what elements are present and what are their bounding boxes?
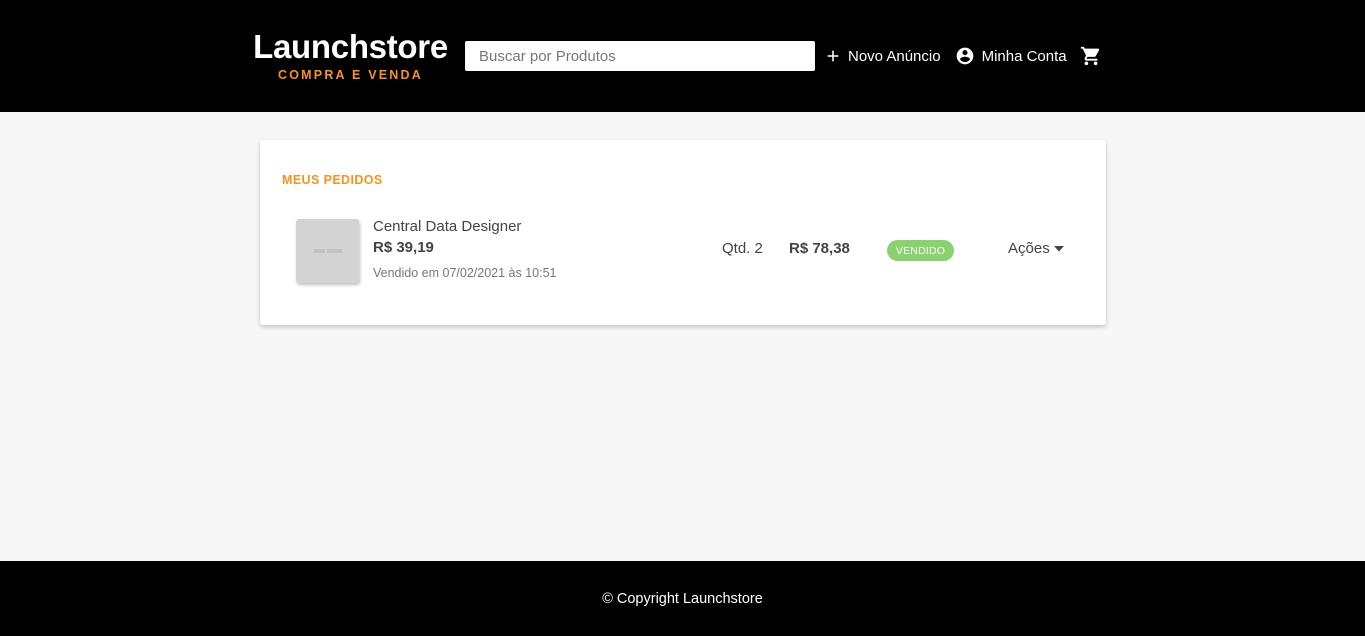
shopping-cart-icon: [1080, 46, 1099, 66]
actions-dropdown[interactable]: Ações: [1008, 240, 1064, 257]
product-info: Central Data Designer R$ 39,19 Vendido e…: [373, 218, 556, 281]
copyright-text: © Copyright Launchstore: [602, 590, 763, 607]
site-footer: © Copyright Launchstore: [0, 561, 1365, 636]
order-date: Vendido em 07/02/2021 às 10:51: [373, 266, 557, 280]
product-unit-price: R$ 39,19: [373, 239, 434, 256]
site-header: Launchstore COMPRA E VENDA Novo Anúncio …: [0, 0, 1365, 112]
new-ad-label: Novo Anúncio: [848, 47, 941, 65]
product-name[interactable]: Central Data Designer: [373, 218, 556, 236]
orders-card: MEUS PEDIDOS Central Data Designer R$ 39…: [260, 140, 1106, 325]
cart-link[interactable]: [1080, 45, 1102, 67]
order-quantity: Qtd. 2: [722, 240, 763, 257]
header-container: Launchstore COMPRA E VENDA Novo Anúncio …: [253, 0, 1106, 112]
my-account-link[interactable]: Minha Conta: [955, 46, 1067, 66]
order-total: R$ 78,38: [789, 240, 850, 257]
order-row: Central Data Designer R$ 39,19 Vendido e…: [296, 218, 1086, 284]
logo-title: Launchstore: [253, 27, 448, 65]
section-title: MEUS PEDIDOS: [282, 173, 383, 187]
my-account-label: Minha Conta: [981, 47, 1067, 65]
image-placeholder-icon: [313, 249, 342, 253]
logo-subtitle: COMPRA E VENDA: [278, 67, 423, 82]
logo[interactable]: Launchstore COMPRA E VENDA: [253, 28, 448, 82]
status-badge: VENDIDO: [887, 240, 954, 261]
search-input[interactable]: [465, 41, 815, 71]
caret-down-icon: [1053, 245, 1064, 251]
plus-icon: [827, 50, 839, 62]
actions-label: Ações: [1008, 240, 1050, 257]
account-circle-icon: [956, 47, 973, 65]
header-nav: Novo Anúncio Minha Conta: [825, 45, 1102, 67]
new-ad-link[interactable]: Novo Anúncio: [825, 48, 941, 65]
product-image[interactable]: [296, 219, 359, 283]
